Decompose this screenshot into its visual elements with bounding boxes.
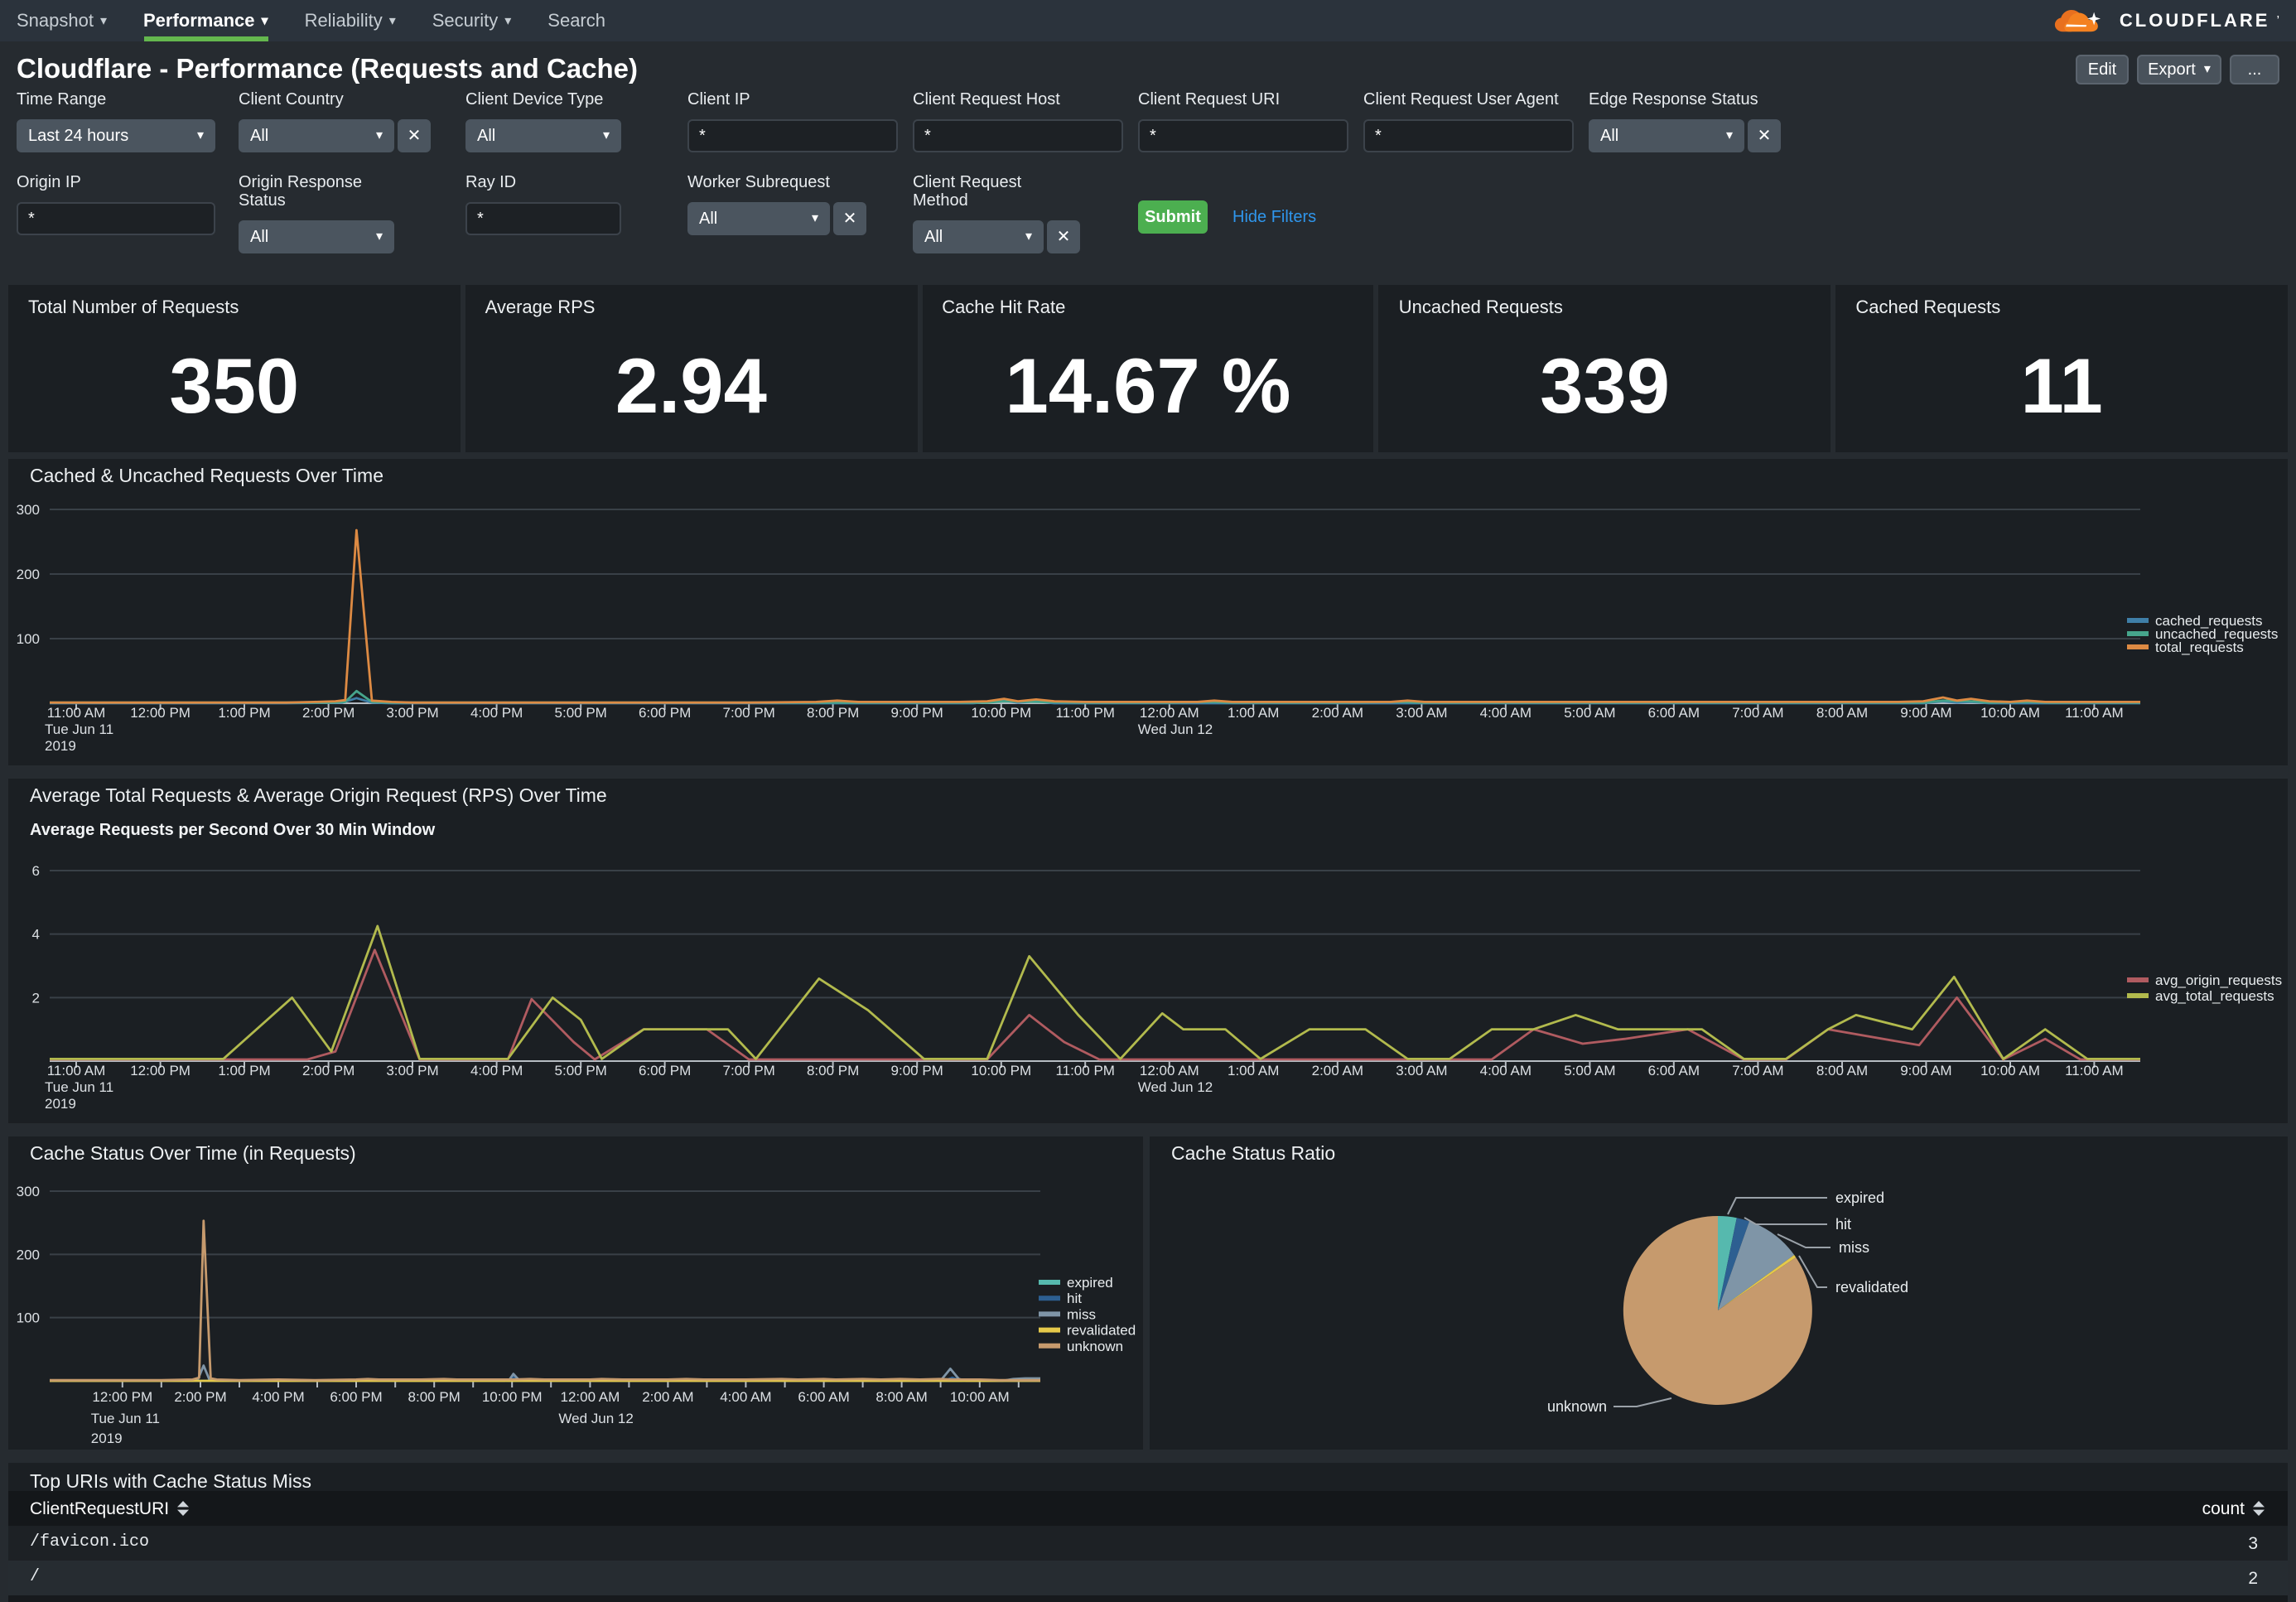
kpi-average-rps: Average RPS 2.94 <box>465 285 918 452</box>
origin-ip-input[interactable] <box>17 202 215 235</box>
clear-client-request-method-button[interactable]: ✕ <box>1047 220 1080 253</box>
chevron-down-icon: ▾ <box>100 14 107 27</box>
hide-filters-link[interactable]: Hide Filters <box>1232 209 1316 227</box>
trademark-mark: ’ <box>2276 13 2279 28</box>
filter-worker-subrequest: Worker Subrequest All▾ ✕ <box>687 174 866 235</box>
chevron-down-icon: ▾ <box>1025 230 1032 244</box>
filter-time-range: Time Range Last 24 hours▾ <box>17 91 215 152</box>
client-device-type-select[interactable]: All▾ <box>465 119 621 152</box>
nav-item-security[interactable]: Security ▾ <box>432 0 512 41</box>
table-title: Top URIs with Cache Status Miss <box>30 1473 311 1493</box>
chevron-down-icon: ▾ <box>197 129 204 142</box>
edge-response-status-select[interactable]: All▾ <box>1589 119 1744 152</box>
nav-item-search[interactable]: Search <box>547 0 605 41</box>
time-range-select[interactable]: Last 24 hours▾ <box>17 119 215 152</box>
chevron-down-icon: ▾ <box>262 14 268 27</box>
client-request-user-agent-input[interactable] <box>1363 119 1574 152</box>
filter-client-request-uri: Client Request URI <box>1138 91 1348 152</box>
kpi-uncached-requests: Uncached Requests 339 <box>1379 285 1831 452</box>
brand-name: CLOUDFLARE <box>2120 11 2270 31</box>
chart-title: Cached & Uncached Requests Over Time <box>30 467 383 487</box>
kpi-row: Total Number of Requests 350 Average RPS… <box>8 285 2288 452</box>
ray-id-input[interactable] <box>465 202 621 235</box>
chevron-down-icon: ▾ <box>376 129 383 142</box>
client-request-uri-input[interactable] <box>1138 119 1348 152</box>
filter-ray-id: Ray ID <box>465 174 621 235</box>
nav-item-label: Reliability <box>305 11 383 31</box>
chevron-down-icon: ▾ <box>1726 129 1733 142</box>
nav-item-reliability[interactable]: Reliability ▾ <box>305 0 396 41</box>
worker-subrequest-select[interactable]: All▾ <box>687 202 830 235</box>
filter-client-request-user-agent: Client Request User Agent <box>1363 91 1574 152</box>
table-row: / 2 <box>8 1561 2288 1595</box>
chart-subtitle: Average Requests per Second Over 30 Min … <box>30 822 435 840</box>
kpi-cache-hit-rate: Cache Hit Rate 14.67 % <box>922 285 1374 452</box>
top-nav: Snapshot ▾ Performance ▾ Reliability ▾ S… <box>0 0 2296 41</box>
count-cell: 3 <box>2248 1533 2258 1553</box>
dashboard-root: Snapshot ▾ Performance ▾ Reliability ▾ S… <box>0 0 2296 1602</box>
column-header-uri[interactable]: ClientRequestURI <box>30 1498 189 1518</box>
kpi-value: 11 <box>1835 318 2288 452</box>
nav-item-label: Snapshot <box>17 11 94 31</box>
cloudflare-logo[interactable]: CLOUDFLARE ’ <box>2043 0 2279 41</box>
kpi-value: 350 <box>8 318 461 452</box>
nav-item-label: Security <box>432 11 499 31</box>
column-header-count[interactable]: count <box>2202 1498 2265 1518</box>
sort-icon <box>2253 1501 2265 1516</box>
clear-client-country-button[interactable]: ✕ <box>398 119 431 152</box>
filter-client-device-type: Client Device Type All▾ <box>465 91 621 152</box>
filter-client-request-method: Client Request Method All▾ ✕ <box>913 174 1080 253</box>
client-country-select[interactable]: All▾ <box>239 119 394 152</box>
kpi-total-requests: Total Number of Requests 350 <box>8 285 461 452</box>
edit-button[interactable]: Edit <box>2076 55 2129 84</box>
page-title: Cloudflare - Performance (Requests and C… <box>17 55 638 86</box>
nav-item-label: Performance <box>143 11 255 31</box>
kpi-value: 2.94 <box>465 318 918 452</box>
uri-cell: /favicon.ico <box>30 1534 149 1552</box>
kpi-cached-requests: Cached Requests 11 <box>1835 285 2288 452</box>
filter-client-request-host: Client Request Host <box>913 91 1123 152</box>
origin-response-status-select[interactable]: All▾ <box>239 220 394 253</box>
client-request-host-input[interactable] <box>913 119 1123 152</box>
filter-origin-ip: Origin IP <box>17 174 215 235</box>
chevron-down-icon: ▾ <box>2204 63 2211 76</box>
clear-edge-response-status-button[interactable]: ✕ <box>1748 119 1781 152</box>
nav-item-label: Search <box>547 11 605 31</box>
sort-icon <box>177 1501 189 1516</box>
chart-title: Cache Status Ratio <box>1171 1145 1335 1165</box>
filter-edge-response-status: Edge Response Status All▾ ✕ <box>1589 91 1781 152</box>
client-request-method-select[interactable]: All▾ <box>913 220 1044 253</box>
chart-title: Average Total Requests & Average Origin … <box>30 787 607 807</box>
chevron-down-icon: ▾ <box>389 14 396 27</box>
chevron-down-icon: ▾ <box>812 212 818 225</box>
chevron-down-icon: ▾ <box>504 14 511 27</box>
filter-client-country: Client Country All▾ ✕ <box>239 91 431 152</box>
table-row-clipped <box>8 1595 2288 1602</box>
table-row: /favicon.ico 3 <box>8 1526 2288 1561</box>
chart-title: Cache Status Over Time (in Requests) <box>30 1145 356 1165</box>
client-ip-input[interactable] <box>687 119 898 152</box>
chevron-down-icon: ▾ <box>376 230 383 244</box>
panel-requests-over-time[interactable] <box>8 459 2288 765</box>
filter-origin-response-status: Origin Response Status All▾ <box>239 174 394 253</box>
kpi-value: 339 <box>1379 318 1831 452</box>
cloudflare-cloud-icon <box>2043 4 2113 37</box>
more-options-button[interactable]: ... <box>2230 55 2279 84</box>
kpi-value: 14.67 % <box>922 318 1374 452</box>
nav-item-performance[interactable]: Performance ▾ <box>143 0 268 41</box>
uri-cell: / <box>30 1569 40 1587</box>
export-button[interactable]: Export▾ <box>2137 55 2221 84</box>
filter-client-ip: Client IP <box>687 91 898 152</box>
clear-worker-subrequest-button[interactable]: ✕ <box>833 202 866 235</box>
panel-cache-status-over-time[interactable] <box>8 1136 1143 1450</box>
count-cell: 2 <box>2248 1568 2258 1588</box>
submit-button[interactable]: Submit <box>1138 200 1208 234</box>
chevron-down-icon: ▾ <box>603 129 610 142</box>
table-header-row: ClientRequestURI count <box>8 1491 2288 1526</box>
panel-cache-status-ratio[interactable] <box>1150 1136 2288 1450</box>
nav-item-snapshot[interactable]: Snapshot ▾ <box>17 0 107 41</box>
